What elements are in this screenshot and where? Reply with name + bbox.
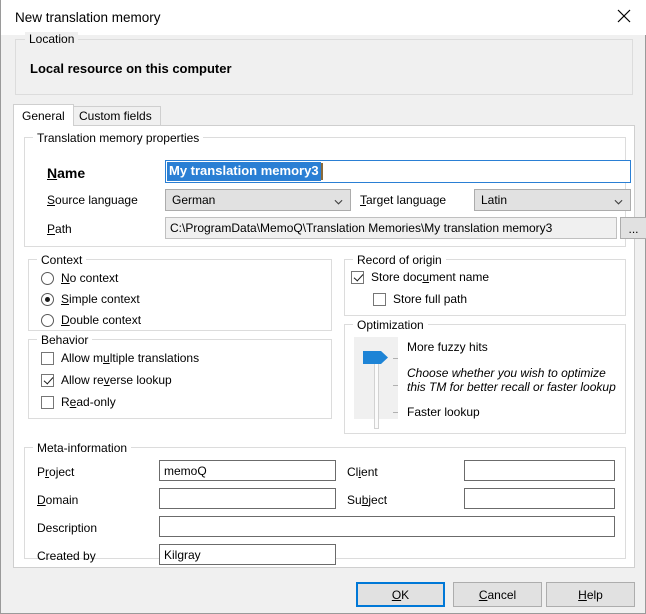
tab-custom-fields-label: Custom fields — [79, 109, 152, 123]
checkbox-allow-reverse-lookup-label: Allow reverse lookup — [61, 373, 172, 387]
slider-thumb[interactable] — [363, 351, 389, 364]
source-language-select[interactable]: German — [165, 189, 351, 211]
optimization-description: Choose whether you wish to optimize this… — [407, 366, 616, 394]
radio-double-context[interactable]: Double context — [41, 313, 141, 327]
name-label: Name — [47, 165, 86, 181]
checkbox-indicator — [351, 270, 364, 284]
close-button[interactable] — [601, 0, 646, 32]
checkbox-read-only[interactable]: Read-only — [41, 395, 116, 409]
optimization-top-label: More fuzzy hits — [407, 340, 488, 354]
slider-track-line — [374, 353, 379, 429]
behavior-legend: Behavior — [37, 333, 93, 347]
checkbox-store-full-path-label: Store full path — [393, 292, 468, 306]
description-input[interactable] — [159, 516, 615, 537]
slider-tick — [393, 385, 398, 386]
radio-simple-context-label: Simple context — [61, 292, 140, 306]
checkbox-read-only-label: Read-only — [61, 395, 116, 409]
checkbox-indicator — [41, 351, 54, 365]
tab-general-label: General — [22, 108, 65, 123]
radio-simple-context[interactable]: Simple context — [41, 292, 140, 306]
cancel-button[interactable]: Cancel — [453, 582, 542, 607]
record-of-origin-group: Record of origin Store document name Sto… — [344, 253, 626, 316]
checkbox-store-document-name[interactable]: Store document name — [351, 270, 489, 284]
general-tab-page: Translation memory properties Name My tr… — [13, 125, 646, 568]
chevron-down-icon — [614, 196, 623, 205]
radio-no-context[interactable]: No context — [41, 271, 118, 285]
subject-label: Subject — [347, 493, 388, 507]
behavior-group: Behavior Allow multiple translations All… — [28, 333, 332, 419]
chevron-down-icon — [334, 196, 343, 205]
domain-label: Domain — [37, 493, 79, 507]
tab-custom-fields[interactable]: Custom fields — [70, 106, 161, 125]
location-value: Local resource on this computer — [30, 61, 232, 76]
target-language-select[interactable]: Latin — [474, 189, 631, 211]
created-by-input[interactable]: Kilgray — [159, 544, 336, 565]
client-label: Client — [347, 465, 378, 479]
meta-information-legend: Meta-information — [33, 441, 132, 455]
project-input[interactable]: memoQ — [159, 460, 336, 481]
optimization-slider[interactable] — [354, 337, 398, 429]
optimization-legend: Optimization — [353, 318, 428, 332]
subject-input[interactable] — [464, 488, 615, 509]
target-language-label: Target language — [360, 193, 447, 207]
text-caret — [320, 163, 323, 180]
created-by-label: Created by — [37, 549, 96, 563]
slider-tick — [393, 412, 398, 413]
help-button[interactable]: Help — [546, 582, 635, 607]
checkbox-indicator — [41, 395, 54, 409]
location-legend: Location — [25, 32, 79, 46]
window-title: New translation memory — [15, 10, 161, 25]
checkbox-indicator — [373, 292, 386, 306]
client-input[interactable] — [464, 460, 615, 481]
new-translation-memory-dialog: New translation memory Location Local re… — [0, 0, 646, 614]
slider-tick — [393, 358, 398, 359]
tab-general[interactable]: General — [13, 104, 74, 126]
radio-no-context-label: No context — [61, 271, 119, 285]
path-label: Path — [47, 222, 72, 236]
meta-information-group: Meta-information Project memoQ Client Do… — [24, 441, 626, 565]
checkbox-allow-reverse-lookup[interactable]: Allow reverse lookup — [41, 373, 172, 387]
radio-indicator — [41, 313, 54, 327]
cancel-button-label: Cancel — [478, 587, 517, 602]
path-input[interactable]: C:\ProgramData\MemoQ\Translation Memorie… — [165, 217, 617, 239]
checkbox-store-document-name-label: Store document name — [371, 270, 490, 284]
checkbox-allow-multiple-translations[interactable]: Allow multiple translations — [41, 351, 199, 365]
context-group: Context No context Simple context Double… — [28, 253, 332, 331]
checkbox-indicator — [41, 373, 54, 387]
ok-button[interactable]: OK — [356, 582, 445, 607]
description-label: Description — [37, 521, 98, 535]
context-legend: Context — [37, 253, 87, 267]
optimization-bottom-label: Faster lookup — [407, 405, 480, 419]
checkbox-allow-multiple-translations-label: Allow multiple translations — [61, 351, 200, 365]
radio-indicator — [41, 292, 54, 306]
title-bar: New translation memory — [1, 0, 646, 35]
translation-memory-properties-group: Translation memory properties Name My tr… — [24, 131, 646, 247]
radio-double-context-label: Double context — [61, 313, 142, 327]
browse-path-button[interactable]: ... — [620, 217, 646, 239]
domain-input[interactable] — [159, 488, 336, 509]
name-input-value: My translation memory3 — [167, 162, 321, 181]
source-language-value: German — [172, 193, 216, 207]
record-of-origin-legend: Record of origin — [353, 253, 446, 267]
close-icon — [617, 9, 631, 23]
checkbox-store-full-path[interactable]: Store full path — [373, 292, 467, 306]
target-language-value: Latin — [481, 193, 508, 207]
project-label: Project — [37, 465, 75, 479]
radio-indicator — [41, 271, 54, 285]
help-button-label: Help — [578, 587, 603, 602]
ok-button-label: OK — [391, 587, 410, 602]
source-language-label: Source language — [47, 193, 138, 207]
optimization-group: Optimization More fuzzy hits Choose whet… — [344, 318, 626, 434]
name-input[interactable]: My translation memory3 — [165, 160, 631, 183]
properties-legend: Translation memory properties — [33, 131, 204, 145]
